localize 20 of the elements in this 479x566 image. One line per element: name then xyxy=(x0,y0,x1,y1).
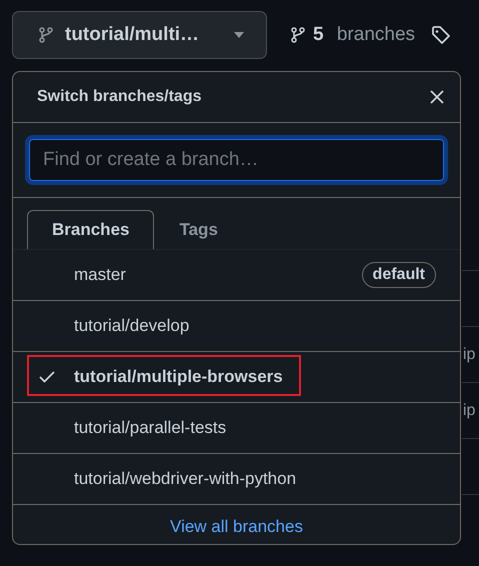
tab[interactable]: Tags xyxy=(154,210,243,249)
tag-icon[interactable] xyxy=(431,25,452,45)
branch-select-button[interactable]: tutorial/multi… xyxy=(12,11,267,59)
branch-icon xyxy=(291,27,305,43)
view-all-link[interactable]: View all branches xyxy=(170,517,303,537)
search-field[interactable]: Find or create a branch… xyxy=(25,135,448,185)
branch-item[interactable]: tutorial/parallel-tests xyxy=(13,403,460,454)
caret-icon xyxy=(234,32,244,38)
default-badge: default xyxy=(362,262,436,288)
close-icon[interactable] xyxy=(430,90,444,104)
branch-item[interactable]: tutorial/multiple-browsers xyxy=(13,352,460,403)
branch-icon xyxy=(39,27,53,43)
branch-item[interactable]: tutorial/develop xyxy=(13,301,460,352)
row-text: ip xyxy=(463,402,476,420)
branches-link[interactable]: 5 branches xyxy=(291,24,416,46)
tab[interactable]: Branches xyxy=(27,210,154,249)
branch-item[interactable]: tutorial/webdriver-with-python xyxy=(13,454,460,505)
menu-title: Switch branches/tags xyxy=(37,88,202,106)
row-text: ip xyxy=(463,346,476,364)
branch-item[interactable]: master default xyxy=(13,250,460,301)
